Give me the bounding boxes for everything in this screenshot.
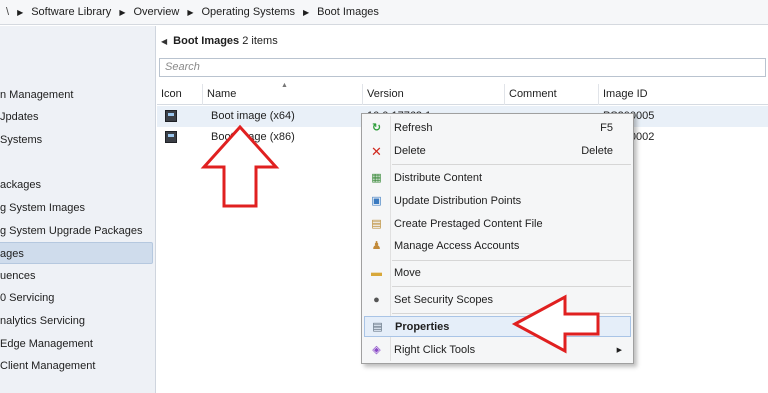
- search-input[interactable]: Search: [159, 58, 766, 77]
- boot-image-icon: [165, 131, 177, 143]
- boot-image-icon: [165, 110, 177, 122]
- page-title-name: Boot Images: [173, 35, 240, 47]
- breadcrumb-item-overview[interactable]: Overview: [133, 6, 179, 18]
- prestaged-content-icon: ▤: [371, 218, 382, 230]
- row-name: Boot image (x64): [211, 110, 295, 122]
- menu-item-update-distribution-points[interactable]: ▣ Update Distribution Points: [364, 191, 631, 212]
- breadcrumb-separator-icon[interactable]: ▶: [187, 8, 193, 17]
- grid-header: Icon Name ▲ Version Comment Image ID: [157, 82, 768, 105]
- column-header-icon[interactable]: Icon: [157, 84, 203, 105]
- sidebar-item-os-upgrade-packages[interactable]: g System Upgrade Packages: [0, 220, 153, 242]
- refresh-icon: ↻: [371, 122, 382, 134]
- breadcrumb-item-software-library[interactable]: Software Library: [31, 6, 111, 18]
- menu-item-label: Set Security Scopes: [394, 294, 494, 306]
- right-click-tools-icon: ◈: [372, 344, 381, 356]
- sidebar-item-edge-management[interactable]: Edge Management: [0, 333, 153, 355]
- column-header-version[interactable]: Version: [363, 84, 505, 105]
- sidebar-item-task-sequences[interactable]: uences: [0, 265, 153, 287]
- menu-item-label: Properties: [395, 321, 450, 333]
- submenu-arrow-icon: ▶: [616, 347, 622, 354]
- properties-icon: ▤: [372, 321, 383, 333]
- menu-item-manage-access-accounts[interactable]: ♟ Manage Access Accounts: [364, 236, 631, 257]
- sort-ascending-icon: ▲: [281, 82, 288, 89]
- menu-separator: [392, 286, 631, 287]
- breadcrumb-item-boot-images[interactable]: Boot Images: [317, 6, 379, 18]
- menu-separator: [392, 260, 631, 261]
- annotation-arrow-left: [511, 294, 600, 354]
- menu-item-label: Create Prestaged Content File: [394, 218, 543, 230]
- sidebar-item-client-management[interactable]: Client Management: [0, 355, 153, 377]
- menu-item-label: Manage Access Accounts: [394, 240, 520, 252]
- access-accounts-icon: ♟: [371, 240, 382, 252]
- breadcrumb: \ ▶ Software Library ▶ Overview ▶ Operat…: [0, 0, 768, 25]
- menu-item-shortcut: Delete: [581, 145, 613, 157]
- breadcrumb-item-operating-systems[interactable]: Operating Systems: [201, 6, 295, 18]
- security-scopes-icon: ●: [373, 294, 380, 306]
- menu-item-refresh[interactable]: ↻ Refresh F5: [364, 118, 631, 139]
- menu-item-create-prestaged-content[interactable]: ▤ Create Prestaged Content File: [364, 214, 631, 235]
- breadcrumb-separator-icon[interactable]: ▶: [119, 8, 125, 17]
- menu-item-move[interactable]: ▬ Move: [364, 263, 631, 284]
- menu-separator: [392, 164, 631, 165]
- distribute-content-icon: ▦: [371, 172, 382, 184]
- move-icon: ▬: [371, 267, 382, 279]
- update-distribution-icon: ▣: [371, 195, 382, 207]
- column-header-image-id[interactable]: Image ID: [599, 84, 768, 105]
- sidebar-item-windows-10-servicing[interactable]: 0 Servicing: [0, 287, 153, 309]
- page-title-count: 2 items: [242, 35, 278, 47]
- menu-item-label: Right Click Tools: [394, 344, 476, 356]
- sidebar-item-os-images[interactable]: g System Images: [0, 197, 153, 219]
- sidebar-item-updates[interactable]: Jpdates: [0, 106, 153, 128]
- sidebar-item-systems[interactable]: Systems: [0, 129, 153, 151]
- page-title: Boot Images 2 items: [173, 35, 278, 47]
- menu-item-label: Update Distribution Points: [394, 195, 522, 207]
- menu-item-delete[interactable]: ✕ Delete Delete: [364, 141, 631, 162]
- sidebar-item-packages[interactable]: ackages: [0, 174, 153, 196]
- breadcrumb-separator-icon[interactable]: ▶: [303, 8, 309, 17]
- collapse-arrow-icon[interactable]: ◀: [161, 37, 167, 46]
- sidebar: n Management Jpdates Systems ackages g S…: [0, 26, 156, 393]
- sidebar-item-analytics-servicing[interactable]: nalytics Servicing: [0, 310, 153, 332]
- sidebar-item-management[interactable]: n Management: [0, 84, 153, 106]
- column-header-comment[interactable]: Comment: [505, 84, 599, 105]
- menu-item-label: Delete: [394, 145, 426, 157]
- main-header: ◀ Boot Images 2 items: [157, 26, 768, 56]
- menu-item-shortcut: F5: [600, 122, 613, 134]
- menu-item-distribute-content[interactable]: ▦ Distribute Content: [364, 168, 631, 189]
- breadcrumb-back-icon[interactable]: \: [6, 6, 9, 18]
- breadcrumb-separator-icon[interactable]: ▶: [17, 8, 23, 17]
- delete-icon: ✕: [371, 144, 382, 159]
- annotation-arrow-up: [200, 124, 280, 208]
- menu-item-label: Refresh: [394, 122, 433, 134]
- sidebar-item-boot-images[interactable]: ages: [0, 242, 153, 264]
- menu-item-label: Move: [394, 267, 421, 279]
- menu-item-label: Distribute Content: [394, 172, 483, 184]
